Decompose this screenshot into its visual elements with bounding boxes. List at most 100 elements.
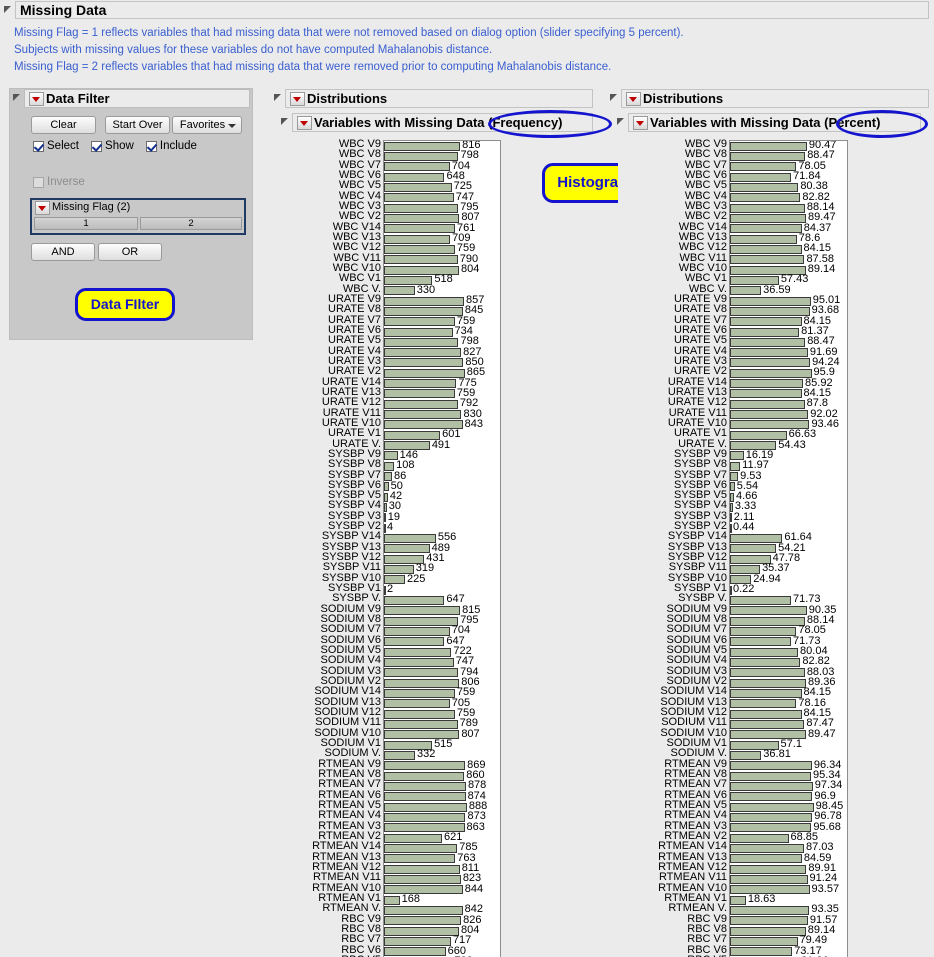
- distributions-percent-disclosure-icon[interactable]: [610, 94, 618, 102]
- histogram-bar[interactable]: [384, 482, 389, 492]
- table-row[interactable]: 225: [384, 573, 500, 585]
- histogram-bar[interactable]: [730, 802, 814, 812]
- table-row[interactable]: 705: [384, 697, 500, 709]
- table-row[interactable]: 84.15: [730, 687, 847, 698]
- histogram-bar[interactable]: [730, 678, 806, 688]
- table-row[interactable]: 863: [384, 821, 500, 833]
- histogram-bar[interactable]: [384, 936, 451, 946]
- table-row[interactable]: 759: [384, 387, 500, 399]
- table-row[interactable]: 648: [384, 170, 500, 182]
- table-row[interactable]: 84.15: [730, 387, 847, 399]
- histogram-bar[interactable]: [384, 151, 459, 161]
- histogram-bar[interactable]: [384, 596, 445, 606]
- missing-flag-value-2[interactable]: 2: [140, 217, 242, 230]
- table-row[interactable]: 806: [384, 677, 500, 688]
- histogram-bar[interactable]: [384, 719, 458, 729]
- histogram-bar[interactable]: [730, 317, 802, 327]
- histogram-bar[interactable]: [730, 513, 732, 523]
- table-row[interactable]: 789: [384, 718, 500, 729]
- histogram-bar[interactable]: [730, 399, 805, 409]
- histogram-bar[interactable]: [384, 802, 467, 812]
- histogram-bar[interactable]: [730, 234, 797, 244]
- histogram-bar[interactable]: [384, 492, 388, 502]
- histogram-bar[interactable]: [384, 627, 450, 637]
- histogram-bar[interactable]: [730, 172, 792, 182]
- table-row[interactable]: 807: [384, 212, 500, 223]
- window-disclosure-icon[interactable]: [4, 6, 12, 14]
- histogram-bar[interactable]: [384, 162, 450, 172]
- histogram-bar[interactable]: [384, 410, 462, 420]
- table-row[interactable]: 795: [384, 201, 500, 213]
- table-row[interactable]: 795: [384, 615, 500, 626]
- table-row[interactable]: 845: [384, 305, 500, 316]
- and-button[interactable]: AND: [31, 243, 95, 261]
- histogram-bar[interactable]: [384, 368, 465, 378]
- table-row[interactable]: 798: [384, 336, 500, 347]
- histogram-bar[interactable]: [384, 503, 387, 513]
- histogram-bar[interactable]: [730, 461, 741, 471]
- histogram-bar[interactable]: [384, 286, 415, 296]
- distributions-frequency-disclosure-icon[interactable]: [274, 94, 282, 102]
- histogram-bar[interactable]: [730, 255, 805, 265]
- histogram-bar[interactable]: [384, 172, 445, 182]
- histogram-bar[interactable]: [730, 874, 808, 884]
- percent-subpanel-menu-icon[interactable]: [633, 116, 648, 130]
- histogram-bar[interactable]: [730, 327, 800, 337]
- histogram-bar[interactable]: [730, 864, 807, 874]
- freq-subpanel-menu-icon[interactable]: [297, 116, 312, 130]
- histogram-bar[interactable]: [730, 151, 806, 161]
- table-row[interactable]: 816: [384, 141, 500, 151]
- histogram-bar[interactable]: [384, 182, 452, 192]
- table-row[interactable]: 734: [384, 325, 500, 337]
- table-row[interactable]: 78.05: [730, 625, 847, 637]
- table-row[interactable]: 785: [384, 842, 500, 853]
- histogram-bar[interactable]: [384, 668, 459, 678]
- table-row[interactable]: 759: [384, 687, 500, 698]
- table-row[interactable]: 811: [384, 862, 500, 874]
- histogram-bar[interactable]: [730, 358, 811, 368]
- table-row[interactable]: 865: [384, 367, 500, 378]
- histogram-bar[interactable]: [730, 916, 808, 926]
- histogram-bar[interactable]: [384, 379, 457, 389]
- missing-flag-menu-icon[interactable]: [35, 201, 50, 215]
- histogram-bar[interactable]: [730, 895, 746, 905]
- table-row[interactable]: 515: [384, 739, 500, 750]
- histogram-bar[interactable]: [384, 616, 459, 626]
- histogram-bar[interactable]: [730, 503, 733, 513]
- histogram-bar[interactable]: [730, 781, 813, 791]
- table-row[interactable]: 747: [384, 191, 500, 203]
- histogram-bar[interactable]: [730, 854, 802, 864]
- histogram-bar[interactable]: [730, 534, 783, 544]
- histogram-bar[interactable]: [384, 513, 386, 523]
- table-row[interactable]: 431: [384, 553, 500, 564]
- table-row[interactable]: 71.84: [730, 170, 847, 182]
- histogram-bar[interactable]: [730, 833, 789, 843]
- histogram-bar[interactable]: [384, 317, 455, 327]
- histogram-bar[interactable]: [384, 141, 461, 151]
- histogram-bar[interactable]: [384, 750, 415, 760]
- histogram-bar[interactable]: [384, 926, 460, 936]
- table-row[interactable]: 759: [384, 243, 500, 254]
- clear-button[interactable]: Clear: [31, 116, 96, 134]
- table-row[interactable]: 761: [384, 222, 500, 234]
- distributions-frequency-menu-icon[interactable]: [290, 92, 305, 106]
- histogram-bar[interactable]: [384, 637, 445, 647]
- table-row[interactable]: 78.05: [730, 160, 847, 172]
- table-row[interactable]: 88.14: [730, 615, 847, 626]
- table-row[interactable]: 42: [384, 491, 500, 502]
- histogram-bar[interactable]: [730, 719, 805, 729]
- table-row[interactable]: 2: [384, 584, 500, 595]
- table-row[interactable]: 19: [384, 511, 500, 523]
- histogram-bar[interactable]: [384, 606, 461, 616]
- table-row[interactable]: 704: [384, 160, 500, 172]
- histogram-bar[interactable]: [730, 482, 735, 492]
- histogram-bar[interactable]: [384, 916, 462, 926]
- table-row[interactable]: 35.37: [730, 563, 847, 575]
- table-row[interactable]: 704: [384, 625, 500, 637]
- histogram-bar[interactable]: [730, 647, 799, 657]
- histogram-bar[interactable]: [384, 203, 459, 213]
- table-row[interactable]: 759: [384, 315, 500, 327]
- histogram-bar[interactable]: [730, 947, 793, 957]
- histogram-bar[interactable]: [730, 761, 812, 771]
- histogram-bar[interactable]: [730, 389, 802, 399]
